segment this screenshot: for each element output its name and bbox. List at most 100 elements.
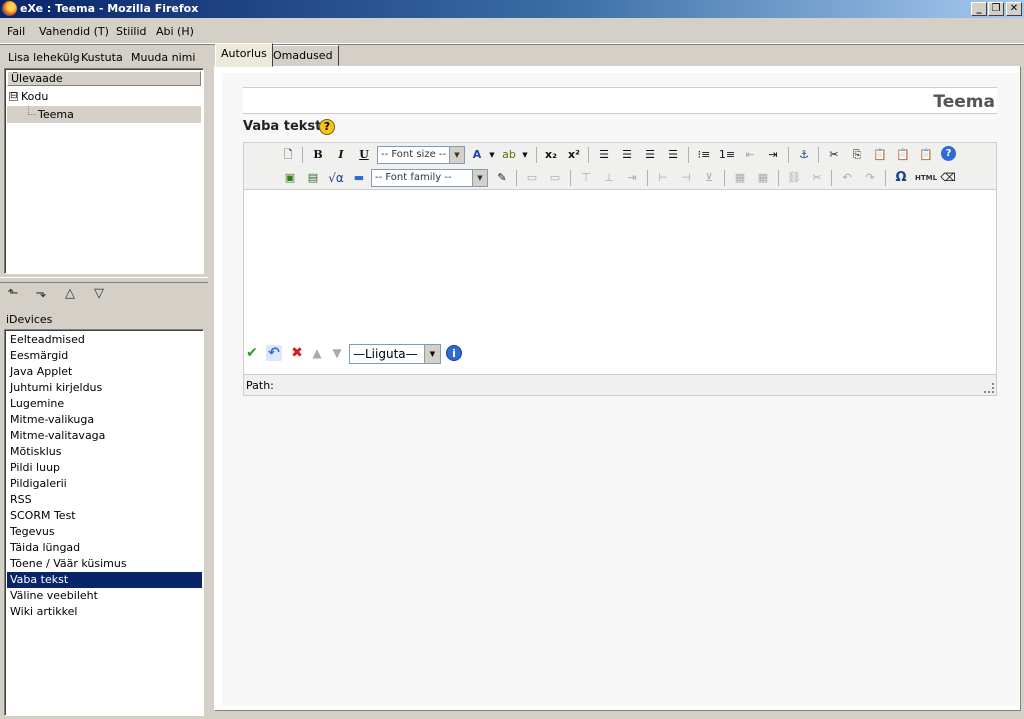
indent-icon[interactable]: ⇥ (764, 146, 782, 164)
bold-icon[interactable]: B (309, 146, 327, 164)
tab-properties[interactable]: Omadused (267, 45, 339, 66)
underline-icon[interactable]: U (355, 146, 373, 164)
delete-idevice-icon[interactable]: ✖ (289, 345, 305, 361)
idevice-item[interactable]: RSS (7, 492, 202, 508)
media-icon[interactable]: ▤ (304, 169, 322, 187)
tree-node-label: Kodu (21, 90, 49, 103)
tree-node-teema[interactable]: Teema (7, 106, 201, 123)
align-right-icon[interactable]: ☰ (641, 146, 659, 164)
idevice-item[interactable]: Tegevus (7, 524, 202, 540)
subscript-icon[interactable]: x₂ (542, 146, 560, 164)
link-icon[interactable]: ⛓ (785, 169, 803, 187)
align-justify-icon[interactable]: ☰ (664, 146, 682, 164)
idevice-item[interactable]: Pildigalerii (7, 476, 202, 492)
editor-path-bar: Path: (244, 374, 996, 395)
idevice-item[interactable]: Java Applet (7, 364, 202, 380)
special-char-icon[interactable]: Ω (892, 169, 910, 187)
unlink-icon[interactable]: ✂ (808, 169, 826, 187)
idevice-item[interactable]: Pildi luup (7, 460, 202, 476)
idevice-title: Vaba tekst (243, 119, 322, 134)
menu-help[interactable]: Abi (H) (156, 25, 194, 38)
delete-page-link[interactable]: Kustuta (81, 51, 123, 64)
undo-edit-icon[interactable]: ↶ (266, 345, 282, 361)
toolbar-separator (724, 170, 725, 186)
idevice-item[interactable]: Väline veebileht (7, 588, 202, 604)
tree-node-home[interactable]: ⊟ Kodu (7, 88, 201, 105)
row-after-icon[interactable]: ⊥ (600, 169, 618, 187)
font-family-value: -- Font family -- (375, 172, 452, 183)
idevice-item[interactable]: Eelteadmised (7, 332, 202, 348)
menu-tools[interactable]: Vahendid (T) (39, 25, 109, 38)
resize-handle-icon[interactable] (984, 383, 994, 393)
chevron-down-icon[interactable]: ▼ (516, 146, 534, 164)
redo-icon[interactable]: ↷ (861, 169, 879, 187)
add-page-link[interactable]: Lisa lehekülg (8, 51, 80, 64)
idevice-item[interactable]: Wiki artikkel (7, 604, 202, 620)
idevice-item-selected[interactable]: Vaba tekst (7, 572, 202, 588)
promote-icon[interactable]: ⬑ (4, 285, 22, 303)
paste-text-icon[interactable]: 📋 (894, 146, 912, 164)
html-source-icon[interactable]: HTML (915, 169, 937, 187)
numbered-list-icon[interactable]: 1≡ (718, 146, 736, 164)
font-size-select[interactable]: -- Font size -- ▼ (377, 146, 465, 164)
copy-icon[interactable]: ⎘ (848, 146, 866, 164)
help-icon[interactable]: ? (941, 146, 956, 161)
table-row-icon[interactable]: ▭ (523, 169, 541, 187)
menu-file[interactable]: Fail (7, 25, 25, 38)
move-down-icon[interactable]: ▼ (329, 345, 345, 361)
idevice-item[interactable]: Täida lüngad (7, 540, 202, 556)
horizontal-rule-icon[interactable]: ▬ (350, 169, 368, 187)
move-up-icon[interactable]: △ (61, 285, 79, 303)
outdent-icon[interactable]: ⇤ (741, 146, 759, 164)
pane-splitter[interactable] (0, 277, 208, 283)
help-icon[interactable]: ? (319, 119, 335, 135)
info-icon[interactable]: i (446, 345, 462, 361)
split-cells-icon[interactable]: ▦ (754, 169, 772, 187)
anchor-icon[interactable]: ⚓ (795, 146, 813, 164)
idevice-item[interactable]: Tõene / Väär küsimus (7, 556, 202, 572)
chevron-down-icon[interactable]: ▼ (483, 146, 501, 164)
font-family-select[interactable]: -- Font family -- ▼ (371, 169, 488, 187)
idevice-item[interactable]: Lugemine (7, 396, 202, 412)
eraser-icon[interactable]: ⌫ (939, 169, 957, 187)
demote-icon[interactable]: ⬎ (32, 285, 50, 303)
table-cell-icon[interactable]: ▭ (546, 169, 564, 187)
close-window-button[interactable]: ✕ (1006, 2, 1022, 16)
undo-icon[interactable]: ↶ (838, 169, 856, 187)
idevice-item[interactable]: Mõtisklus (7, 444, 202, 460)
menu-styles[interactable]: Stiilid (116, 25, 147, 38)
tab-authoring[interactable]: Autorlus (215, 43, 273, 67)
superscript-icon[interactable]: x² (565, 146, 583, 164)
move-down-icon[interactable]: ▽ (90, 285, 108, 303)
bullet-list-icon[interactable]: ⁝≡ (695, 146, 713, 164)
delete-row-icon[interactable]: ⇥ (623, 169, 641, 187)
image-icon[interactable]: ▣ (281, 169, 299, 187)
idevice-item[interactable]: SCORM Test (7, 508, 202, 524)
math-icon[interactable]: √α (327, 169, 345, 187)
merge-cells-icon[interactable]: ▦ (731, 169, 749, 187)
move-to-select[interactable]: —Liiguta— ▼ (349, 344, 441, 364)
minimize-button[interactable]: _ (971, 2, 987, 16)
align-center-icon[interactable]: ☰ (618, 146, 636, 164)
edit-css-icon[interactable]: ✎ (493, 169, 511, 187)
maximize-button[interactable]: ❐ (988, 2, 1004, 16)
italic-icon[interactable]: I (332, 146, 350, 164)
idevice-item[interactable]: Juhtumi kirjeldus (7, 380, 202, 396)
done-check-icon[interactable]: ✔ (244, 345, 260, 361)
paste-word-icon[interactable]: 📋 (917, 146, 935, 164)
col-after-icon[interactable]: ⊣ (677, 169, 695, 187)
align-left-icon[interactable]: ☰ (595, 146, 613, 164)
new-document-icon[interactable]: 🗋 (279, 146, 297, 164)
idevice-item[interactable]: Mitme-valikuga (7, 412, 202, 428)
collapse-icon[interactable]: ⊟ (9, 92, 18, 101)
cut-icon[interactable]: ✂ (825, 146, 843, 164)
paste-icon[interactable]: 📋 (871, 146, 889, 164)
move-up-icon[interactable]: ▲ (309, 345, 325, 361)
idevice-item[interactable]: Eesmärgid (7, 348, 202, 364)
delete-col-icon[interactable]: ⊻ (700, 169, 718, 187)
rename-page-link[interactable]: Muuda nimi (131, 51, 195, 64)
row-before-icon[interactable]: ⊤ (577, 169, 595, 187)
col-before-icon[interactable]: ⊢ (654, 169, 672, 187)
idevice-item[interactable]: Mitme-valitavaga (7, 428, 202, 444)
page-title-bar: Teema (243, 87, 997, 114)
